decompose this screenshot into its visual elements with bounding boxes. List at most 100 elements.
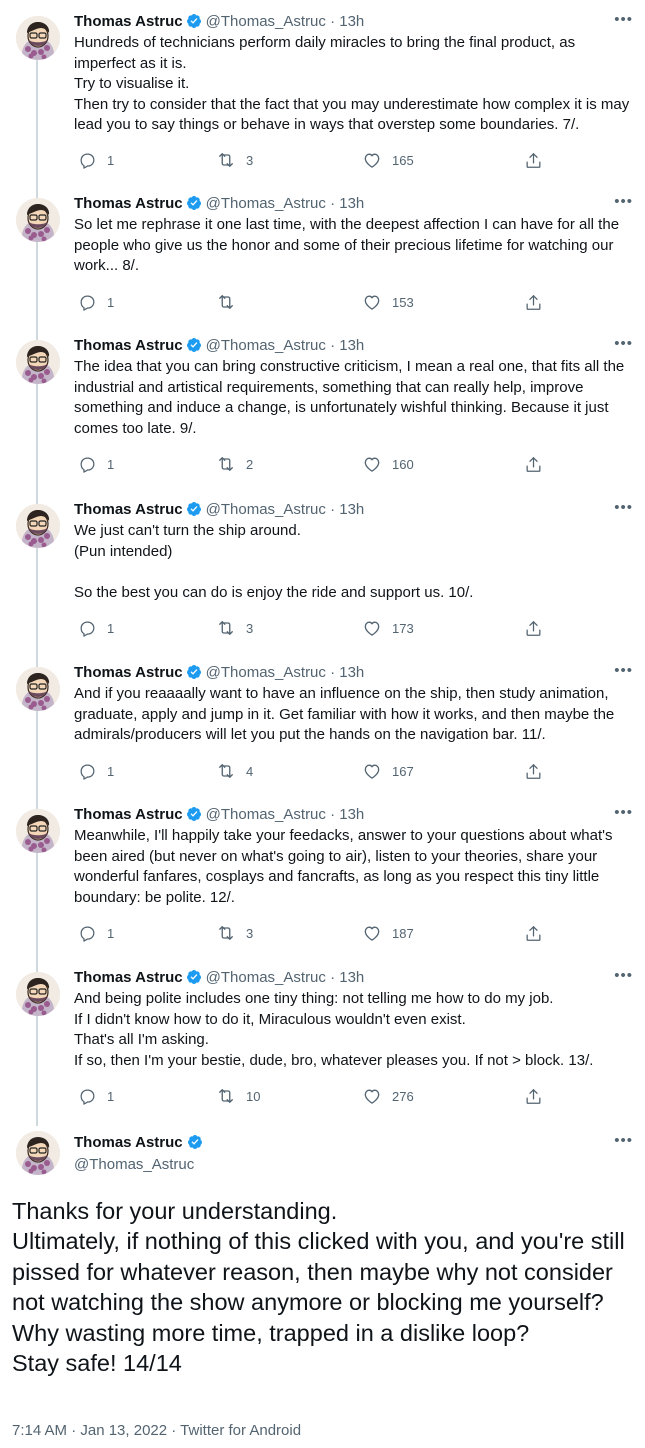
- author-handle[interactable]: @Thomas_Astruc: [206, 664, 326, 681]
- tweet-8[interactable]: Thomas Astruc @Thomas_Astruc · 13h ••• So…: [0, 194, 645, 324]
- more-icon[interactable]: •••: [614, 805, 633, 821]
- timestamp[interactable]: 13h: [339, 664, 364, 681]
- retweet-button[interactable]: 4: [216, 761, 253, 781]
- tweet-9[interactable]: Thomas Astruc @Thomas_Astruc · 13h ••• Th…: [0, 336, 645, 486]
- avatar[interactable]: [16, 504, 60, 548]
- like-button[interactable]: 276: [362, 1086, 414, 1106]
- like-button[interactable]: 160: [362, 454, 414, 474]
- author-handle[interactable]: @Thomas_Astruc: [206, 969, 326, 986]
- share-icon: [524, 455, 543, 474]
- share-button[interactable]: [524, 292, 543, 312]
- tweet-header: Thomas Astruc @Thomas_Astruc · 13h: [74, 336, 364, 356]
- tweet-header: Thomas Astruc @Thomas_Astruc · 13h: [74, 194, 364, 214]
- reply-count: 1: [107, 925, 115, 941]
- avatar[interactable]: [16, 198, 60, 242]
- tweet-12[interactable]: Thomas Astruc @Thomas_Astruc · 13h ••• Me…: [0, 805, 645, 955]
- avatar[interactable]: [16, 809, 60, 853]
- reply-button[interactable]: 1: [78, 454, 114, 474]
- reply-button[interactable]: 1: [78, 761, 114, 781]
- more-icon[interactable]: •••: [614, 12, 633, 28]
- more-icon[interactable]: •••: [614, 663, 633, 679]
- author-handle[interactable]: @Thomas_Astruc: [206, 501, 326, 518]
- avatar[interactable]: [16, 1131, 60, 1175]
- retweet-count: 3: [246, 925, 254, 941]
- timestamp[interactable]: 13h: [339, 13, 364, 30]
- more-icon[interactable]: •••: [614, 500, 633, 516]
- tweet-meta[interactable]: 7:14 AM · Jan 13, 2022 · Twitter for And…: [12, 1421, 301, 1441]
- avatar[interactable]: [16, 972, 60, 1016]
- tweet-11[interactable]: Thomas Astruc @Thomas_Astruc · 13h ••• An…: [0, 663, 645, 793]
- timestamp[interactable]: 13h: [339, 969, 364, 986]
- timestamp[interactable]: 13h: [339, 195, 364, 212]
- verified-badge-icon: [186, 969, 202, 991]
- tweet-10[interactable]: Thomas Astruc @Thomas_Astruc · 13h ••• We…: [0, 500, 645, 650]
- share-button[interactable]: [524, 1086, 543, 1106]
- verified-badge-icon: [186, 664, 202, 686]
- retweet-button[interactable]: 3: [216, 923, 253, 943]
- author-handle[interactable]: @Thomas_Astruc: [206, 337, 326, 354]
- like-button[interactable]: 173: [362, 618, 414, 638]
- author-handle[interactable]: @Thomas_Astruc: [206, 195, 326, 212]
- author-name[interactable]: Thomas Astruc: [74, 1133, 203, 1156]
- avatar[interactable]: [16, 16, 60, 60]
- reply-count: 1: [107, 763, 115, 779]
- timestamp[interactable]: 13h: [339, 806, 364, 823]
- retweet-icon: [216, 454, 236, 474]
- retweet-button[interactable]: 2: [216, 454, 253, 474]
- share-button[interactable]: [524, 761, 543, 781]
- more-icon[interactable]: •••: [614, 336, 633, 352]
- reply-icon: [78, 293, 97, 312]
- retweet-button[interactable]: 3: [216, 150, 253, 170]
- retweet-icon: [216, 761, 236, 781]
- tweet-7[interactable]: Thomas Astruc @Thomas_Astruc · 13h ••• Hu…: [0, 12, 645, 182]
- share-button[interactable]: [524, 923, 543, 943]
- author-name[interactable]: Thomas Astruc: [74, 195, 183, 212]
- share-button[interactable]: [524, 454, 543, 474]
- reply-count: 1: [107, 294, 115, 310]
- author-handle[interactable]: @Thomas_Astruc: [206, 13, 326, 30]
- heart-icon: [362, 761, 382, 781]
- author-name[interactable]: Thomas Astruc: [74, 664, 183, 681]
- retweet-button[interactable]: [216, 292, 246, 312]
- share-button[interactable]: [524, 618, 543, 638]
- reply-count: 1: [107, 620, 115, 636]
- retweet-button[interactable]: 3: [216, 618, 253, 638]
- author-name[interactable]: Thomas Astruc: [74, 501, 183, 518]
- like-button[interactable]: 187: [362, 923, 414, 943]
- author-name[interactable]: Thomas Astruc: [74, 969, 183, 986]
- like-count: 165: [392, 152, 414, 168]
- avatar[interactable]: [16, 667, 60, 711]
- tweet-header: Thomas Astruc @Thomas_Astruc · 13h: [74, 805, 364, 825]
- author-handle[interactable]: @Thomas_Astruc: [206, 806, 326, 823]
- more-icon[interactable]: •••: [614, 194, 633, 210]
- verified-badge-icon: [186, 13, 202, 35]
- heart-icon: [362, 292, 382, 312]
- like-count: 187: [392, 925, 414, 941]
- tweet-header: Thomas Astruc @Thomas_Astruc · 13h: [74, 500, 364, 520]
- tweet-text: The idea that you can bring constructive…: [74, 358, 625, 437]
- reply-button[interactable]: 1: [78, 1086, 114, 1106]
- author-handle[interactable]: @Thomas_Astruc: [74, 1155, 194, 1175]
- author-name[interactable]: Thomas Astruc: [74, 806, 183, 823]
- like-button[interactable]: 165: [362, 150, 414, 170]
- tweet-13[interactable]: Thomas Astruc @Thomas_Astruc · 13h ••• An…: [0, 968, 645, 1118]
- timestamp[interactable]: 13h: [339, 337, 364, 354]
- author-name[interactable]: Thomas Astruc: [74, 13, 183, 30]
- tweet-text: So let me rephrase it one last time, wit…: [74, 216, 620, 275]
- timestamp[interactable]: 13h: [339, 501, 364, 518]
- more-icon[interactable]: •••: [614, 968, 633, 984]
- avatar[interactable]: [16, 340, 60, 384]
- reply-button[interactable]: 1: [78, 292, 114, 312]
- retweet-button[interactable]: 10: [216, 1086, 260, 1106]
- reply-button[interactable]: 1: [78, 150, 114, 170]
- like-button[interactable]: 153: [362, 292, 414, 312]
- retweet-count: 2: [246, 456, 254, 472]
- share-icon: [524, 151, 543, 170]
- reply-button[interactable]: 1: [78, 923, 114, 943]
- share-button[interactable]: [524, 150, 543, 170]
- like-button[interactable]: 167: [362, 761, 414, 781]
- tweet-actions: 1 3 165: [74, 150, 544, 170]
- more-icon[interactable]: •••: [614, 1133, 633, 1149]
- reply-button[interactable]: 1: [78, 618, 114, 638]
- author-name[interactable]: Thomas Astruc: [74, 337, 183, 354]
